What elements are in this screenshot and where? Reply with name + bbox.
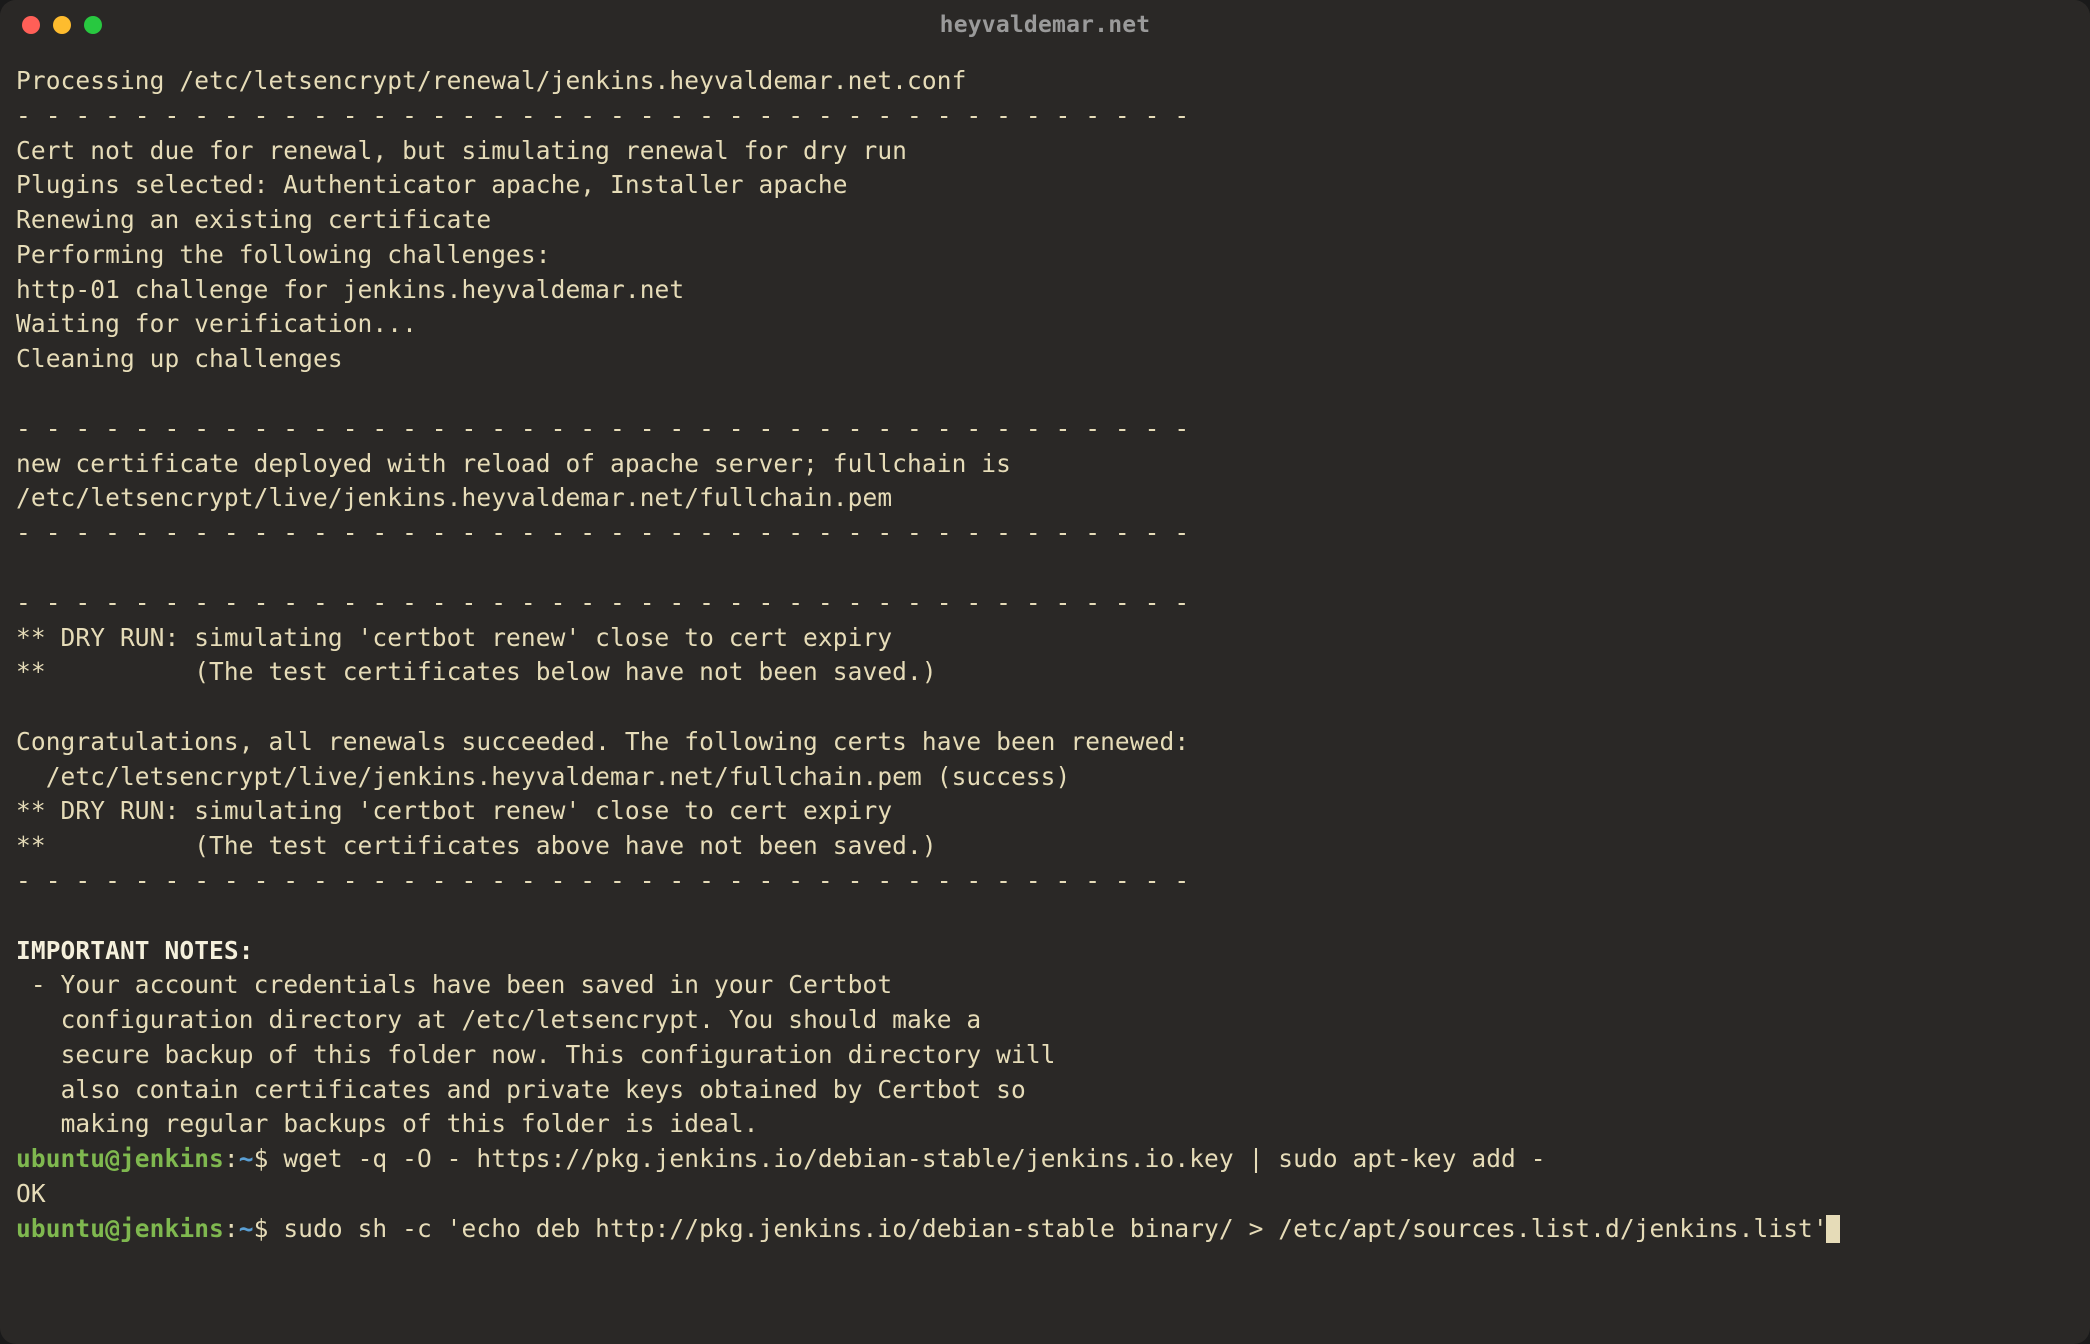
output-line: new certificate deployed with reload of … — [16, 447, 2074, 482]
prompt-user-host: ubuntu@jenkins — [16, 1144, 224, 1173]
important-notes-header: IMPORTANT NOTES: — [16, 934, 2074, 969]
output-line: /etc/letsencrypt/live/jenkins.heyvaldema… — [16, 481, 2074, 516]
command-text: wget -q -O - https://pkg.jenkins.io/debi… — [283, 1144, 1545, 1173]
prompt-colon: : — [224, 1144, 239, 1173]
prompt-user-host: ubuntu@jenkins — [16, 1214, 224, 1243]
prompt-path: ~ — [239, 1144, 254, 1173]
prompt-dollar: $ — [254, 1214, 284, 1243]
output-line: ** DRY RUN: simulating 'certbot renew' c… — [16, 794, 2074, 829]
output-blank — [16, 899, 2074, 934]
close-icon[interactable] — [22, 16, 40, 34]
output-dash: - - - - - - - - - - - - - - - - - - - - … — [16, 864, 2074, 899]
note-line: - Your account credentials have been sav… — [16, 968, 2074, 1003]
output-line: Processing /etc/letsencrypt/renewal/jenk… — [16, 64, 2074, 99]
output-line: Plugins selected: Authenticator apache, … — [16, 168, 2074, 203]
terminal-body[interactable]: Processing /etc/letsencrypt/renewal/jenk… — [0, 50, 2090, 1344]
output-line: Cleaning up challenges — [16, 342, 2074, 377]
prompt-dollar: $ — [254, 1144, 284, 1173]
cursor-icon — [1826, 1215, 1840, 1243]
output-dash: - - - - - - - - - - - - - - - - - - - - … — [16, 99, 2074, 134]
traffic-lights — [22, 16, 102, 34]
output-line: Performing the following challenges: — [16, 238, 2074, 273]
note-line: configuration directory at /etc/letsencr… — [16, 1003, 2074, 1038]
output-dash: - - - - - - - - - - - - - - - - - - - - … — [16, 586, 2074, 621]
output-blank — [16, 690, 2074, 725]
title-bar: heyvaldemar.net — [0, 0, 2090, 50]
output-blank — [16, 377, 2074, 412]
output-line: /etc/letsencrypt/live/jenkins.heyvaldema… — [16, 760, 2074, 795]
output-line: ** (The test certificates above have not… — [16, 829, 2074, 864]
output-line: ** (The test certificates below have not… — [16, 655, 2074, 690]
window-title: heyvaldemar.net — [940, 12, 1151, 38]
prompt-path: ~ — [239, 1214, 254, 1243]
output-line: http-01 challenge for jenkins.heyvaldema… — [16, 273, 2074, 308]
command-text: sudo sh -c 'echo deb http://pkg.jenkins.… — [283, 1214, 1827, 1243]
maximize-icon[interactable] — [84, 16, 102, 34]
output-line: Renewing an existing certificate — [16, 203, 2074, 238]
note-line: also contain certificates and private ke… — [16, 1073, 2074, 1108]
note-line: making regular backups of this folder is… — [16, 1107, 2074, 1142]
minimize-icon[interactable] — [53, 16, 71, 34]
output-dash: - - - - - - - - - - - - - - - - - - - - … — [16, 516, 2074, 551]
prompt-colon: : — [224, 1214, 239, 1243]
output-line: Cert not due for renewal, but simulating… — [16, 134, 2074, 169]
output-blank — [16, 551, 2074, 586]
command-result: OK — [16, 1177, 2074, 1212]
note-line: secure backup of this folder now. This c… — [16, 1038, 2074, 1073]
output-line: Congratulations, all renewals succeeded.… — [16, 725, 2074, 760]
output-line: Waiting for verification... — [16, 307, 2074, 342]
output-line: ** DRY RUN: simulating 'certbot renew' c… — [16, 621, 2074, 656]
output-dash: - - - - - - - - - - - - - - - - - - - - … — [16, 412, 2074, 447]
prompt-line: ubuntu@jenkins:~$ wget -q -O - https://p… — [16, 1142, 2074, 1177]
prompt-line: ubuntu@jenkins:~$ sudo sh -c 'echo deb h… — [16, 1212, 2074, 1247]
terminal-window: heyvaldemar.net Processing /etc/letsencr… — [0, 0, 2090, 1344]
